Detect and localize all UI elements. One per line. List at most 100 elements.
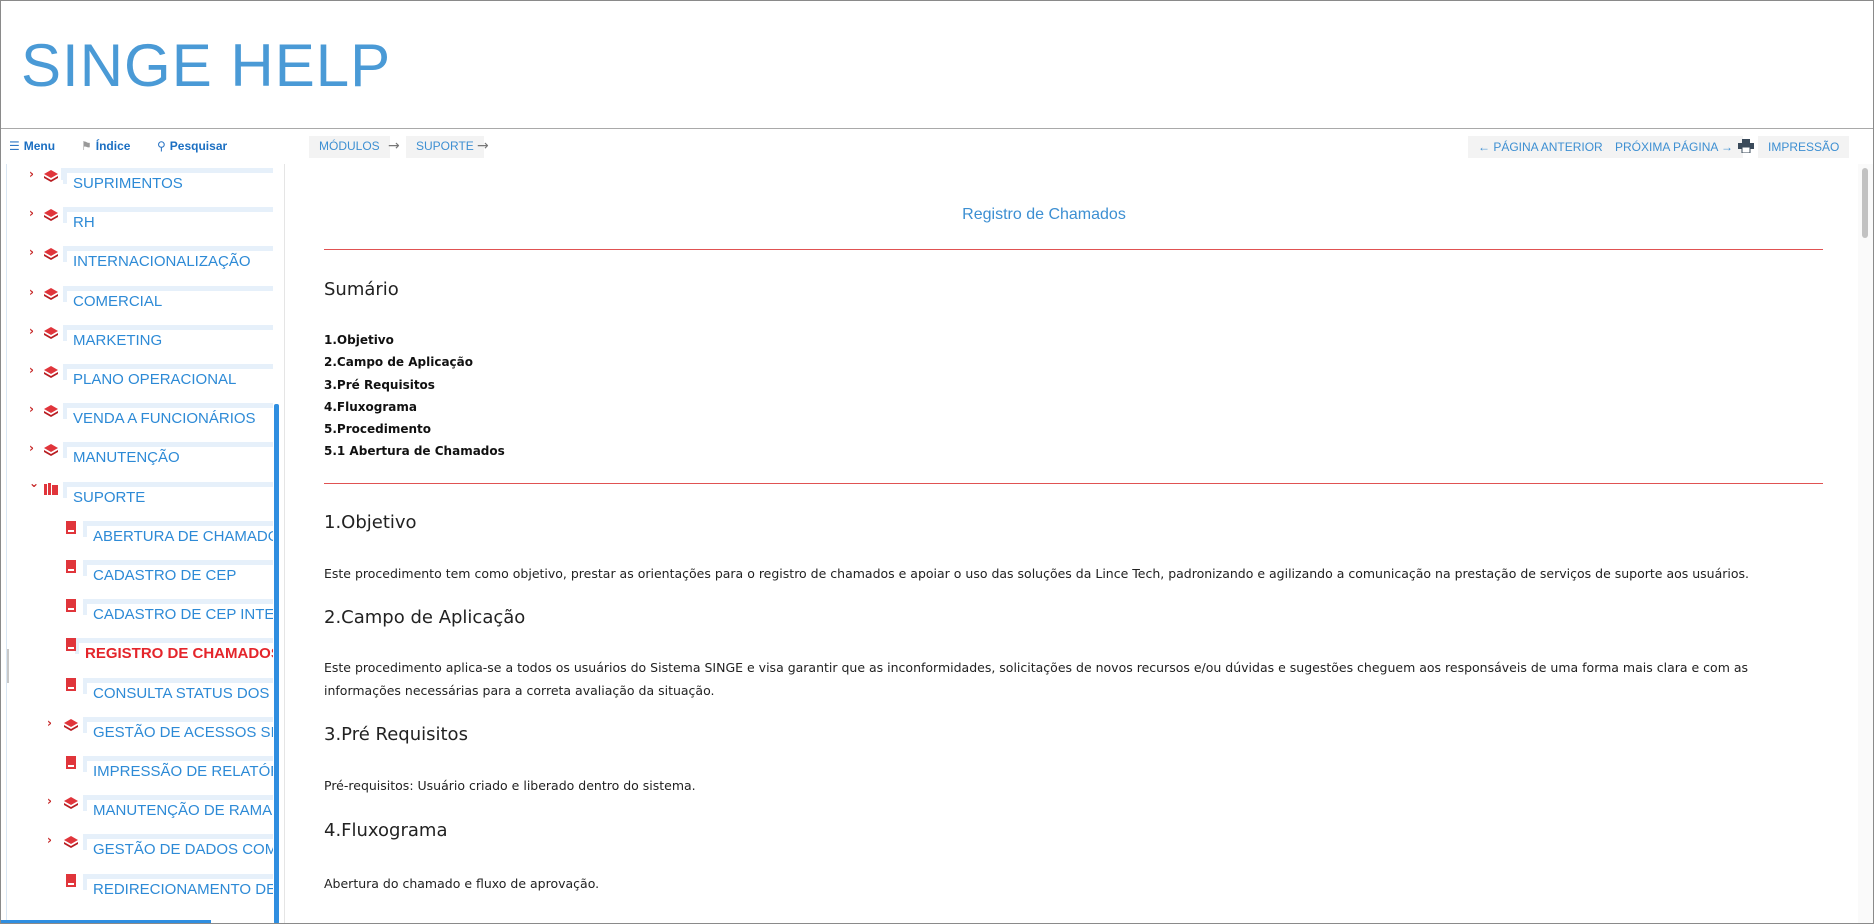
active-item-marker bbox=[7, 649, 9, 683]
section-heading: 4.Fluxograma bbox=[324, 820, 448, 841]
list-icon: ☰ bbox=[9, 139, 20, 153]
book-stack-icon bbox=[64, 836, 78, 849]
table-of-contents: 1.Objetivo 2.Campo de Aplicação 3.Pré Re… bbox=[324, 329, 505, 463]
menu-label: Menu bbox=[23, 139, 56, 153]
chevron-down-icon[interactable]: ⌄ bbox=[29, 476, 39, 490]
section-text: Abertura do chamado e fluxo de aprovação… bbox=[324, 876, 600, 891]
sidebar-item-label: MARKETING bbox=[67, 329, 273, 354]
section-heading: 1.Objetivo bbox=[324, 512, 417, 533]
chevron-right-icon[interactable]: › bbox=[29, 285, 34, 299]
sidebar-item[interactable]: › MANUTENÇÃO DE RAMAIS bbox=[1, 791, 273, 825]
book-stack-icon bbox=[44, 444, 58, 457]
sidebar-item[interactable]: › COMERCIAL bbox=[1, 282, 273, 315]
section-text: Este procedimento tem como objetivo, pre… bbox=[324, 566, 1750, 581]
sidebar-item-label: MANUTENÇÃO DE RAMAIS bbox=[87, 800, 273, 825]
divider bbox=[324, 249, 1823, 250]
page-icon bbox=[66, 560, 76, 573]
book-stack-icon bbox=[44, 405, 58, 418]
menu-button[interactable]: ☰ Menu bbox=[9, 139, 55, 153]
sidebar-item[interactable]: › VENDA A FUNCIONÁRIOS bbox=[1, 399, 273, 433]
sidebar-item[interactable]: › MANUTENÇÃO bbox=[1, 438, 273, 472]
chevron-right-icon[interactable]: › bbox=[47, 833, 52, 847]
sidebar-item-label: SUPORTE bbox=[67, 486, 273, 511]
book-stack-icon bbox=[64, 718, 78, 731]
sidebar-tree: › SUPRIMENTOS › RH › INTERNACIONALIZAÇÃO › COME… bbox=[1, 164, 283, 923]
search-label: Pesquisar bbox=[169, 139, 228, 153]
search-button[interactable]: ⚲ Pesquisar bbox=[157, 139, 227, 153]
toc-item[interactable]: 5.Procedimento bbox=[324, 418, 505, 440]
content-scrollbar[interactable] bbox=[1858, 164, 1873, 923]
toc-item[interactable]: 3.Pré Requisitos bbox=[324, 374, 505, 396]
summary-heading: Sumário bbox=[324, 279, 399, 300]
chevron-right-icon[interactable]: › bbox=[47, 716, 52, 730]
sidebar-item[interactable]: ABERTURA DE CHAMADOS bbox=[1, 517, 273, 550]
sidebar-item-label: INTERNACIONALIZAÇÃO bbox=[67, 251, 273, 276]
toc-item[interactable]: 4.Fluxograma bbox=[324, 396, 505, 418]
book-open-icon bbox=[44, 482, 58, 495]
sidebar-item-label: RH bbox=[67, 212, 273, 237]
toc-item[interactable]: 1.Objetivo bbox=[324, 329, 505, 351]
sidebar-item[interactable]: CADASTRO DE CEP bbox=[1, 556, 273, 589]
section-heading: 2.Campo de Aplicação bbox=[324, 607, 526, 628]
sidebar-item[interactable]: › RH bbox=[1, 203, 273, 237]
sidebar-item[interactable]: IMPRESSÃO DE RELATÓRIOS bbox=[1, 752, 273, 785]
toc-item[interactable]: 5.1 Abertura de Chamados bbox=[324, 440, 505, 462]
sidebar-item-label: VENDA A FUNCIONÁRIOS bbox=[67, 408, 273, 433]
printer-icon[interactable] bbox=[1738, 139, 1754, 153]
sidebar-item-label: CADASTRO DE CEP bbox=[87, 565, 273, 589]
chevron-right-icon[interactable]: › bbox=[29, 363, 34, 377]
site-title: SINGE HELP bbox=[21, 32, 392, 99]
sidebar-item-label: ABERTURA DE CHAMADOS bbox=[87, 525, 273, 550]
breadcrumb-modulos[interactable]: MÓDULOS bbox=[309, 136, 390, 158]
sidebar-item[interactable]: › GESTÃO DE DADOS COM PLANILHAS bbox=[1, 830, 273, 864]
scrollbar-thumb[interactable] bbox=[1862, 168, 1868, 238]
section-text: Pré-requisitos: Usuário criado e liberad… bbox=[324, 778, 696, 793]
sidebar-horizontal-scrollbar[interactable] bbox=[1, 920, 211, 923]
page-icon bbox=[66, 520, 76, 534]
next-page-button[interactable]: PRÓXIMA PÁGINA → bbox=[1605, 136, 1744, 158]
chevron-right-icon[interactable]: › bbox=[29, 206, 34, 220]
sidebar-item-label: REGISTRO DE CHAMADOS bbox=[79, 643, 273, 668]
site-header: SINGE HELP bbox=[1, 1, 1873, 129]
page-icon bbox=[66, 677, 76, 691]
search-icon: ⚲ bbox=[157, 139, 166, 153]
divider bbox=[324, 483, 1823, 484]
chevron-right-icon[interactable]: › bbox=[29, 402, 34, 416]
sidebar-item[interactable]: REDIRECIONAMENTO DE E-MAILS bbox=[1, 870, 273, 903]
sidebar-item[interactable]: › PLANO OPERACIONAL bbox=[1, 360, 273, 393]
sidebar-item[interactable]: › GESTÃO DE ACESSOS SINGE bbox=[1, 713, 273, 746]
chevron-right-icon[interactable]: › bbox=[29, 441, 34, 455]
sidebar-item[interactable]: › MARKETING bbox=[1, 321, 273, 354]
sidebar-item[interactable]: ⌄ SUPORTE bbox=[1, 476, 273, 511]
chevron-right-icon[interactable]: › bbox=[29, 167, 34, 181]
sidebar-item[interactable]: REGISTRO DE CHAMADOS bbox=[1, 634, 273, 668]
previous-page-button[interactable]: ← PÁGINA ANTERIOR bbox=[1468, 136, 1613, 158]
app-window: SINGE HELP ☰ Menu ⚑ Índice ⚲ Pesquisar M… bbox=[0, 0, 1874, 924]
sidebar-item[interactable]: › SUPRIMENTOS bbox=[1, 164, 273, 197]
sidebar-item[interactable]: › INTERNACIONALIZAÇÃO bbox=[1, 242, 273, 276]
sidebar-item-label: GESTÃO DE ACESSOS SINGE bbox=[87, 721, 273, 746]
chevron-right-icon[interactable]: › bbox=[29, 324, 34, 338]
document-title: Registro de Chamados bbox=[962, 206, 1126, 223]
sidebar-item-label: REDIRECIONAMENTO DE E-MAILS bbox=[87, 878, 273, 903]
page-icon bbox=[66, 756, 76, 769]
index-button[interactable]: ⚑ Índice bbox=[81, 139, 130, 153]
book-stack-icon bbox=[44, 209, 58, 222]
sidebar-scrollbar[interactable] bbox=[274, 404, 279, 923]
sidebar-item[interactable]: CONSULTA STATUS DOS CHAMADOS bbox=[1, 674, 273, 707]
breadcrumb-suporte[interactable]: SUPORTE bbox=[406, 136, 484, 158]
page-icon bbox=[66, 638, 76, 652]
book-stack-icon bbox=[44, 366, 58, 378]
section-text: Este procedimento aplica-se a todos os u… bbox=[324, 660, 1749, 698]
sidebar-item-label: COMERCIAL bbox=[67, 290, 273, 315]
toc-item[interactable]: 2.Campo de Aplicação bbox=[324, 351, 505, 373]
print-button[interactable]: IMPRESSÃO bbox=[1758, 136, 1850, 158]
sidebar-item[interactable]: CADASTRO DE CEP INTERNACIONAL bbox=[1, 595, 273, 629]
signpost-icon: ⚑ bbox=[81, 139, 92, 153]
chevron-right-icon[interactable]: › bbox=[47, 794, 52, 808]
section-heading: 3.Pré Requisitos bbox=[324, 724, 468, 745]
page-icon bbox=[66, 599, 76, 613]
book-stack-icon bbox=[44, 248, 58, 261]
document-content: Registro de Chamados Sumário 1.Objetivo … bbox=[284, 164, 1858, 923]
chevron-right-icon[interactable]: › bbox=[29, 245, 34, 259]
